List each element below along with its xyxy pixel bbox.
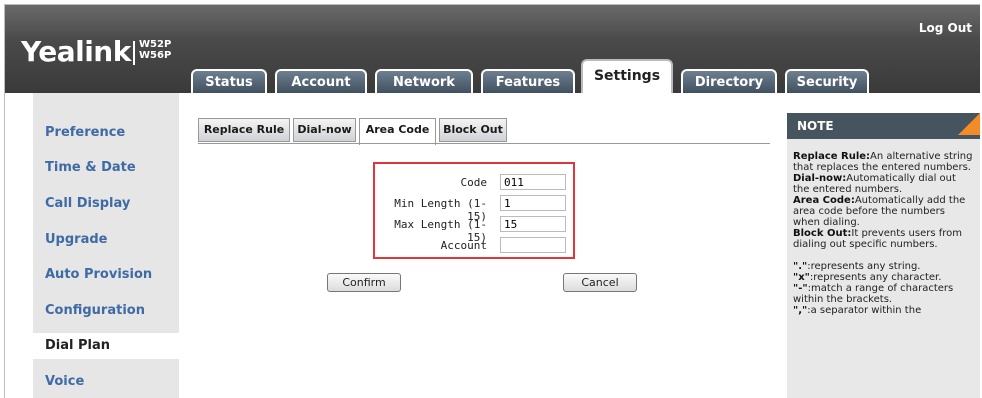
max-length-input[interactable] (500, 216, 566, 232)
tab-status[interactable]: Status (191, 69, 267, 93)
subtab-dial-now[interactable]: Dial-now (293, 118, 356, 142)
account-input[interactable] (500, 237, 566, 253)
note-body: Replace Rule:An alternative string that … (793, 151, 975, 316)
sidebar-item-dial-plan[interactable]: Dial Plan (33, 333, 179, 359)
yealink-logo: Yealink (21, 35, 131, 68)
sidebar-item-voice[interactable]: Voice (33, 369, 179, 395)
logo-separator (133, 41, 135, 65)
tab-security[interactable]: Security (785, 69, 869, 93)
note-dash: "-":match a range of characters within t… (793, 283, 954, 305)
note-block-out: Block Out:It prevents users from dialing… (793, 228, 963, 250)
sidebar: Preference Time & Date Call Display Upgr… (33, 93, 179, 398)
browser-frame: Yealink W52P W56P Log Out Status Account… (4, 4, 980, 398)
note-dot: ".":represents any string. (793, 261, 921, 272)
tab-network[interactable]: Network (375, 69, 473, 93)
sidebar-item-preference[interactable]: Preference (33, 120, 179, 146)
subtab-replace-rule[interactable]: Replace Rule (198, 118, 290, 142)
cancel-button[interactable]: Cancel (563, 273, 637, 292)
note-replace-rule: Replace Rule:An alternative string that … (793, 151, 973, 173)
sidebar-item-call-display[interactable]: Call Display (33, 191, 179, 217)
min-length-input[interactable] (500, 195, 566, 211)
tab-settings[interactable]: Settings (581, 59, 673, 93)
subtab-block-out[interactable]: Block Out (439, 118, 507, 142)
sidebar-item-auto-provision[interactable]: Auto Provision (33, 262, 179, 288)
note-x: "x":represents any character. (793, 272, 942, 283)
main-content: Preference Time & Date Call Display Upgr… (5, 93, 980, 398)
model-names: W52P W56P (139, 39, 171, 61)
note-dial-now: Dial-now:Automatically dial out the ente… (793, 173, 956, 195)
confirm-button[interactable]: Confirm (327, 273, 401, 292)
logout-link[interactable]: Log Out (919, 21, 972, 35)
subtab-underline (198, 143, 770, 144)
sidebar-item-time-date[interactable]: Time & Date (33, 155, 179, 181)
note-panel: NOTE Replace Rule:An alternative string … (787, 113, 980, 398)
tab-account[interactable]: Account (275, 69, 367, 93)
header: Yealink W52P W56P Log Out Status Account… (5, 5, 980, 93)
sidebar-item-upgrade[interactable]: Upgrade (33, 227, 179, 253)
note-comma: ",":a separator within the (793, 305, 922, 316)
model-w56p: W56P (139, 50, 172, 61)
code-input[interactable] (500, 174, 566, 190)
tab-features[interactable]: Features (481, 69, 575, 93)
account-label: Account (440, 239, 487, 252)
sidebar-item-configuration[interactable]: Configuration (33, 298, 179, 324)
model-w52p: W52P (139, 39, 172, 50)
note-corner-icon (936, 113, 980, 135)
note-area-code: Area Code:Automatically add the area cod… (793, 195, 966, 228)
code-label: Code (460, 176, 488, 189)
subtab-area-code[interactable]: Area Code (359, 118, 436, 145)
tab-directory[interactable]: Directory (681, 69, 777, 93)
